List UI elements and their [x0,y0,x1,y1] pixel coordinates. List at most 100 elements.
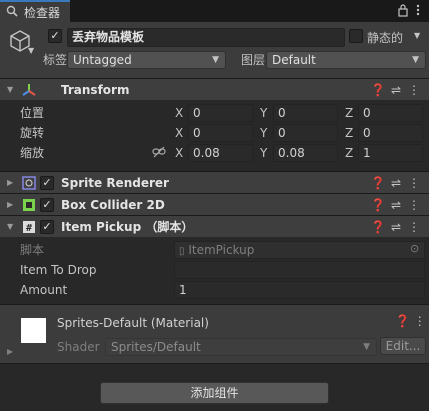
item-pickup-title: Item Pickup （脚本） [61,220,194,234]
gameobject-name-field[interactable]: 丢弃物品模板 [67,28,345,47]
preset-icon[interactable]: ⇌ [387,216,405,238]
object-picker-icon: ⊙ [410,242,420,255]
kebab-menu-icon[interactable]: ⋮ [405,172,423,194]
sprite-renderer-header-icons: ❓ ⇌ ⋮ [369,172,423,194]
box-collider-header[interactable]: ▶ ✓ Box Collider 2D ❓ ⇌ ⋮ [0,193,429,215]
item-pickup-header[interactable]: ▼ # ✓ Item Pickup （脚本） ❓ ⇌ ⋮ [0,215,429,237]
fold-arrow-icon[interactable]: ▶ [7,172,13,194]
inspector-tab[interactable]: 检查器 [0,0,70,22]
preset-icon[interactable]: ⇌ [387,79,405,101]
z-label[interactable]: Z [345,125,353,141]
sprite-renderer-icon [22,176,36,190]
rotation-y-field[interactable]: 0 [273,124,338,142]
item-pickup-enabled-checkbox[interactable]: ✓ [40,220,54,234]
script-label: 脚本 [20,243,45,257]
svg-text:#: # [26,223,32,234]
shader-edit-button[interactable]: Edit... [380,337,426,355]
link-scale-icon[interactable] [152,146,166,158]
tag-value: Untagged [73,53,132,67]
tag-dropdown[interactable]: Untagged ▼ [67,51,226,69]
layer-dropdown[interactable]: Default ▼ [266,51,426,69]
shader-value: Sprites/Default [111,340,201,354]
y-label[interactable]: Y [260,105,267,121]
position-x-field[interactable]: 0 [188,104,253,122]
sprite-renderer-enabled-checkbox[interactable]: ✓ [40,176,54,190]
kebab-menu-icon[interactable]: ⋮ [405,79,423,101]
static-dropdown-icon[interactable]: ▼ [414,31,420,40]
kebab-menu-icon[interactable]: ⋮ [405,194,423,216]
help-icon[interactable]: ❓ [369,216,387,238]
kebab-menu-icon[interactable] [414,3,422,17]
help-icon[interactable]: ❓ [395,314,410,328]
position-label: 位置 [20,106,45,120]
scale-z-field[interactable]: 1 [358,144,423,162]
chevron-down-icon: ▼ [412,55,419,65]
fold-arrow-icon[interactable]: ▶ [7,347,13,356]
kebab-menu-icon[interactable]: ⋮ [405,216,423,238]
fold-arrow-icon[interactable]: ▼ [7,79,13,101]
shader-label: Shader [57,340,100,354]
kebab-menu-icon[interactable]: ⋮ [414,314,426,328]
script-field: ▯ ItemPickup [174,241,425,259]
help-icon[interactable]: ❓ [369,194,387,216]
script-value: ItemPickup [188,243,255,257]
static-label: 静态的 [367,31,404,45]
preset-icon[interactable]: ⇌ [387,172,405,194]
item-pickup-header-icons: ❓ ⇌ ⋮ [369,216,423,238]
sprite-renderer-header[interactable]: ▶ ✓ Sprite Renderer ❓ ⇌ ⋮ [0,171,429,193]
amount-label: Amount [20,283,68,297]
active-checkbox[interactable]: ✓ [48,29,62,43]
item-to-drop-label: Item To Drop [20,263,97,277]
scale-label: 缩放 [20,146,45,160]
transform-title: Transform [61,83,130,97]
chevron-down-icon: ▼ [363,342,370,352]
y-label[interactable]: Y [260,125,267,141]
transform-header-icons: ❓ ⇌ ⋮ [369,79,423,101]
help-icon[interactable]: ❓ [369,79,387,101]
z-label[interactable]: Z [345,105,353,121]
script-file-icon: ▯ [179,246,185,257]
inspector-tab-label: 检查器 [24,6,61,20]
shader-dropdown[interactable]: Sprites/Default ▼ [105,338,377,356]
static-checkbox[interactable] [349,29,363,43]
box-collider-icon [22,198,36,212]
tag-label: 标签 [43,53,68,67]
chevron-down-icon[interactable]: ▼ [28,46,34,55]
lock-icon[interactable] [397,3,409,17]
scale-y-field[interactable]: 0.08 [273,144,338,162]
transform-icon [22,83,36,97]
add-component-label: 添加组件 [190,386,239,400]
item-to-drop-field[interactable] [174,261,425,279]
inspector-icon [6,5,18,17]
fold-arrow-icon[interactable]: ▼ [7,216,13,238]
x-label[interactable]: X [175,105,183,121]
y-label[interactable]: Y [260,145,267,161]
box-collider-header-icons: ❓ ⇌ ⋮ [369,194,423,216]
position-z-field[interactable]: 0 [358,104,423,122]
shader-edit-label: Edit... [385,339,421,353]
layer-label: 图层 [241,53,266,67]
position-y-field[interactable]: 0 [273,104,338,122]
material-preview[interactable] [21,318,46,343]
add-component-button[interactable]: 添加组件 [100,382,329,404]
transform-header[interactable]: ▼ Transform ❓ ⇌ ⋮ [0,78,429,100]
material-title: Sprites-Default (Material) [57,316,209,330]
layer-value: Default [272,53,316,67]
fold-arrow-icon[interactable]: ▶ [7,194,13,216]
x-label[interactable]: X [175,125,183,141]
preset-icon[interactable]: ⇌ [387,194,405,216]
rotation-label: 旋转 [20,126,45,140]
chevron-down-icon: ▼ [212,55,219,65]
material-header-icons: ❓ ⋮ [395,314,426,328]
rotation-x-field[interactable]: 0 [188,124,253,142]
x-label[interactable]: X [175,145,183,161]
rotation-z-field[interactable]: 0 [358,124,423,142]
z-label[interactable]: Z [345,145,353,161]
amount-field[interactable]: 1 [174,281,425,299]
box-collider-title: Box Collider 2D [61,198,165,212]
box-collider-enabled-checkbox[interactable]: ✓ [40,198,54,212]
scale-x-field[interactable]: 0.08 [188,144,253,162]
sprite-renderer-title: Sprite Renderer [61,176,169,190]
script-icon: # [22,220,36,234]
help-icon[interactable]: ❓ [369,172,387,194]
